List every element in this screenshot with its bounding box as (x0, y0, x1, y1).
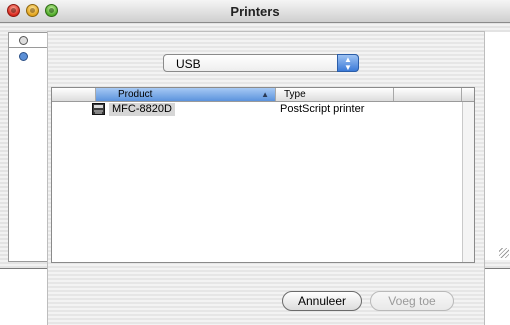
table-row[interactable]: MFC-8820D PostScript printer (52, 102, 462, 117)
column-header-product-label: Product (118, 89, 153, 100)
default-printer-icon (19, 52, 28, 61)
printer-type: PostScript printer (280, 103, 365, 115)
resize-grip-icon[interactable] (499, 248, 509, 258)
add-button[interactable]: Voeg toe (370, 291, 454, 311)
table-header: Product ▲ Type (52, 88, 474, 102)
popup-arrows-icon[interactable]: ▲ ▼ (337, 54, 359, 72)
printer-list-right-column (484, 32, 510, 260)
table-scrollbar[interactable] (462, 102, 474, 262)
window-title: Printers (230, 4, 280, 19)
column-divider (9, 47, 47, 48)
column-header-type-label: Type (284, 89, 306, 100)
printer-table: Product ▲ Type MFC-8820D PostScript prin… (51, 87, 475, 263)
column-header-product[interactable]: Product ▲ (96, 88, 276, 101)
status-icon (19, 36, 28, 45)
connection-type-popup[interactable]: USB ▲ ▼ (163, 54, 359, 72)
column-header-spacer (52, 88, 96, 101)
printer-icon (92, 103, 105, 115)
add-printer-sheet: USB ▲ ▼ Product ▲ Type MFC-8820D PostScri… (48, 32, 484, 325)
cancel-button[interactable]: Annuleer (282, 291, 362, 311)
connection-type-value: USB (176, 57, 201, 71)
sort-ascending-icon: ▲ (261, 90, 269, 99)
window-titlebar[interactable]: Printers (0, 0, 510, 23)
product-name: MFC-8820D (109, 103, 175, 116)
column-header-type[interactable]: Type (276, 88, 394, 101)
column-header-empty (394, 88, 462, 101)
printer-list-left-column (8, 32, 48, 262)
